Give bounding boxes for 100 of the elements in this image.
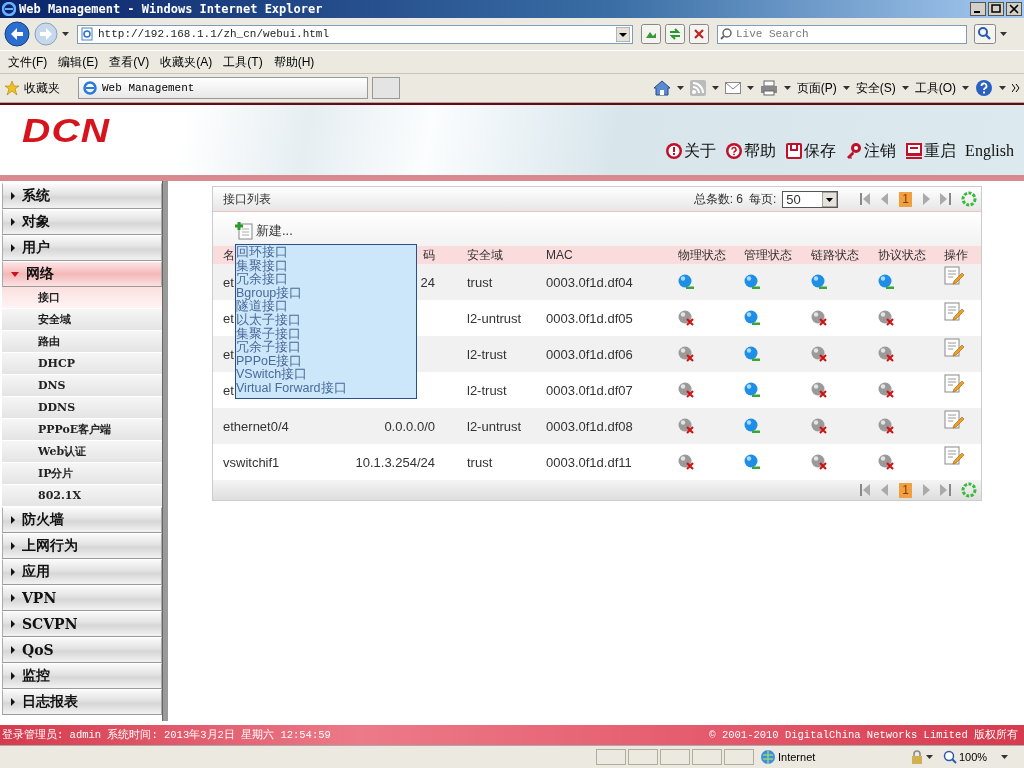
refresh-icon[interactable] (961, 482, 977, 498)
per-page-select[interactable]: 50 (782, 190, 839, 208)
dropdown-icon[interactable] (616, 26, 630, 42)
help-icon[interactable] (975, 79, 993, 97)
printer-icon[interactable] (759, 80, 778, 96)
caret-icon[interactable] (711, 86, 719, 90)
edit-icon[interactable] (944, 410, 964, 430)
zoom-icon[interactable] (943, 750, 957, 764)
nav-group[interactable]: 系统 (2, 183, 162, 209)
header-link[interactable]: 注销 (845, 140, 897, 162)
last-page-icon[interactable] (940, 193, 951, 205)
back-icon[interactable] (4, 21, 30, 47)
new-button[interactable]: 新建... (235, 218, 293, 240)
language-link[interactable]: English (965, 142, 1014, 160)
close-icon[interactable] (1006, 2, 1022, 16)
menu-item[interactable]: 集聚接口 (236, 259, 416, 274)
edit-icon[interactable] (944, 338, 964, 358)
menu-item[interactable]: 回环接口 (236, 246, 416, 260)
browser-tab[interactable]: Web Management (78, 77, 368, 99)
minimize-icon[interactable] (970, 2, 986, 16)
header-link[interactable]: 关于 (665, 140, 717, 162)
nav-item[interactable]: 802.1X (2, 485, 162, 507)
menu-item[interactable]: Bgroup接口 (236, 286, 416, 301)
caret-icon[interactable] (1001, 755, 1008, 759)
nav-item[interactable]: Web认证 (2, 441, 162, 463)
refresh-icon[interactable] (665, 24, 685, 44)
last-page-icon[interactable] (940, 484, 951, 496)
home-icon[interactable] (652, 80, 671, 96)
menu-item[interactable]: 编辑(E) (56, 53, 108, 71)
nav-item[interactable]: DDNS (2, 397, 162, 419)
first-page-icon[interactable] (860, 484, 872, 496)
command-menu[interactable]: 页面(P) (796, 79, 837, 97)
favorites-button[interactable]: 收藏夹 (24, 79, 60, 97)
menu-item[interactable]: PPPoE接口 (236, 354, 416, 369)
caret-icon[interactable] (676, 86, 684, 90)
nav-group[interactable]: QoS (2, 637, 162, 663)
edit-icon[interactable] (944, 446, 964, 466)
table-cell: 0003.0f1d.df04 (546, 274, 633, 290)
nav-group[interactable]: 监控 (2, 663, 162, 689)
caret-icon[interactable] (62, 32, 69, 36)
command-menu[interactable]: 安全(S) (855, 79, 896, 97)
new-tab-button[interactable] (372, 77, 400, 99)
chevron-icon[interactable] (1012, 84, 1020, 92)
nav-item[interactable]: DNS (2, 375, 162, 397)
menu-item[interactable]: 查看(V) (107, 53, 159, 71)
column-header: 协议状态 (878, 247, 926, 262)
caret-icon[interactable] (842, 86, 850, 90)
nav-group[interactable]: 对象 (2, 209, 162, 235)
menu-item[interactable]: 冗余子接口 (236, 341, 416, 355)
menu-item[interactable]: 工具(T) (221, 53, 272, 71)
nav-item[interactable]: 路由 (2, 331, 162, 353)
caret-icon[interactable] (1000, 32, 1007, 36)
menu-item[interactable]: Virtual Forward接口 (236, 381, 416, 396)
nav-item[interactable]: PPPoE客户端 (2, 419, 162, 441)
first-page-icon[interactable] (860, 193, 872, 205)
nav-group[interactable]: 日志报表 (2, 689, 162, 715)
caret-icon[interactable] (783, 86, 791, 90)
page-number[interactable]: 1 (899, 191, 912, 207)
caret-icon[interactable] (926, 755, 933, 759)
maximize-icon[interactable] (988, 2, 1004, 16)
header-link[interactable]: 保存 (785, 140, 837, 162)
menu-item[interactable]: 文件(F) (6, 53, 57, 71)
caret-icon[interactable] (901, 86, 909, 90)
edit-icon[interactable] (944, 266, 964, 286)
nav-item[interactable]: DHCP (2, 353, 162, 375)
search-field[interactable]: Live Search (717, 24, 967, 44)
nav-group[interactable]: 用户 (2, 235, 162, 261)
nav-item[interactable]: 安全域 (2, 309, 162, 331)
menu-item[interactable]: 帮助(H) (271, 53, 324, 71)
nav-group[interactable]: VPN (2, 585, 162, 611)
caret-icon[interactable] (999, 86, 1006, 90)
page-number[interactable]: 1 (899, 482, 912, 498)
menu-item[interactable]: VSwitch接口 (236, 368, 416, 382)
nav-group[interactable]: SCVPN (2, 611, 162, 637)
nav-group[interactable]: 上网行为 (2, 533, 162, 559)
caret-icon[interactable] (962, 86, 969, 90)
caret-icon[interactable] (746, 86, 754, 90)
star-icon[interactable] (4, 80, 20, 96)
nav-group[interactable]: 防火墙 (2, 507, 162, 533)
command-menu[interactable]: 工具(O) (914, 79, 956, 97)
table-cell: 0003.0f1d.df05 (546, 310, 633, 326)
menu-item[interactable]: 收藏夹(A) (158, 53, 222, 71)
table-cell: ethernet0/4 (223, 418, 289, 434)
menu-item[interactable]: 以太子接口 (236, 313, 416, 328)
nav-group[interactable]: 网络 (2, 261, 162, 287)
menu-item[interactable]: 集聚子接口 (236, 327, 416, 342)
mail-icon[interactable] (724, 82, 741, 94)
nav-item[interactable]: IP分片 (2, 463, 162, 485)
address-field[interactable]: http://192.168.1.1/zh_cn/webui.html (77, 24, 633, 44)
edit-icon[interactable] (944, 302, 964, 322)
nav-group[interactable]: 应用 (2, 559, 162, 585)
nav-item[interactable]: 接口 (2, 287, 162, 309)
search-icon[interactable] (974, 24, 996, 44)
stop-icon[interactable] (689, 24, 709, 44)
edit-icon[interactable] (944, 374, 964, 394)
header-link[interactable]: 重启 (905, 140, 957, 162)
menu-item[interactable]: 冗余接口 (236, 273, 416, 287)
header-link[interactable]: 帮助 (725, 140, 777, 162)
menu-item[interactable]: 隧道接口 (236, 300, 416, 314)
refresh-icon[interactable] (961, 191, 977, 207)
